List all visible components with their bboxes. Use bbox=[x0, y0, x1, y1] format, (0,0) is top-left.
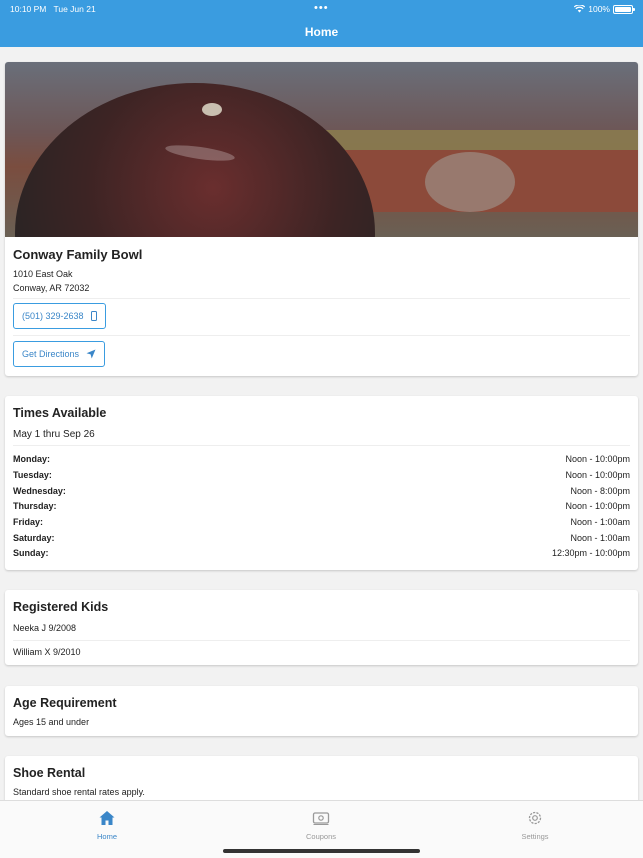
battery-percent: 100% bbox=[588, 4, 610, 14]
status-right: 100% bbox=[574, 4, 635, 14]
battery-icon bbox=[613, 4, 635, 14]
hours-value: Noon - 8:00pm bbox=[570, 486, 630, 496]
hours-row: Wednesday: Noon - 8:00pm bbox=[13, 486, 630, 500]
hours-row: Sunday: 12:30pm - 10:00pm bbox=[13, 548, 630, 562]
hours-row: Friday: Noon - 1:00am bbox=[13, 517, 630, 531]
hours-value: Noon - 10:00pm bbox=[565, 454, 630, 464]
status-time: 10:10 PM Tue Jun 21 bbox=[10, 4, 96, 14]
venue-name: Conway Family Bowl bbox=[13, 247, 143, 262]
day-label: Monday: bbox=[13, 454, 50, 464]
house-icon bbox=[99, 811, 115, 825]
age-card: Age Requirement Ages 15 and under bbox=[5, 686, 638, 736]
divider bbox=[13, 445, 630, 446]
day-label: Wednesday: bbox=[13, 486, 66, 496]
divider bbox=[13, 335, 630, 336]
hours-value: Noon - 10:00pm bbox=[565, 501, 630, 511]
kids-title: Registered Kids bbox=[13, 600, 109, 614]
call-phone-button[interactable]: (501) 329-2638 bbox=[13, 303, 106, 329]
location-arrow-icon bbox=[86, 349, 96, 359]
hours-row: Tuesday: Noon - 10:00pm bbox=[13, 470, 630, 484]
hours-row: Saturday: Noon - 1:00am bbox=[13, 533, 630, 547]
divider bbox=[13, 298, 630, 299]
venue-address-line1: 1010 East Oak bbox=[13, 269, 73, 279]
page-title: Home bbox=[304, 25, 339, 39]
venue-hero-image bbox=[5, 62, 638, 237]
day-label: Sunday: bbox=[13, 548, 49, 558]
tab-label: Home bbox=[96, 832, 117, 841]
age-title: Age Requirement bbox=[13, 696, 117, 710]
divider bbox=[13, 640, 630, 641]
multitasking-dots[interactable]: ••• bbox=[314, 3, 329, 14]
kid-item[interactable]: William X 9/2010 bbox=[13, 647, 81, 657]
status-bar: 10:10 PM Tue Jun 21 ••• 100% bbox=[0, 3, 643, 16]
day-label: Tuesday: bbox=[13, 470, 52, 480]
shoe-title: Shoe Rental bbox=[13, 766, 86, 780]
shoe-text: Standard shoe rental rates apply. bbox=[13, 787, 145, 797]
get-directions-button[interactable]: Get Directions bbox=[13, 341, 106, 367]
venue-card: Conway Family Bowl 1010 East Oak Conway,… bbox=[5, 62, 638, 376]
hours-value: 12:30pm - 10:00pm bbox=[551, 548, 630, 558]
shoe-card: Shoe Rental Standard shoe rental rates a… bbox=[5, 756, 638, 800]
tab-label: Settings bbox=[521, 832, 549, 841]
tab-home[interactable]: Home bbox=[47, 809, 167, 841]
phone-icon bbox=[90, 311, 97, 321]
venue-address-line2: Conway, AR 72032 bbox=[13, 283, 90, 293]
home-indicator bbox=[223, 849, 420, 853]
top-bar: 10:10 PM Tue Jun 21 ••• 100% Home bbox=[0, 0, 643, 47]
phone-number: (501) 329-2638 bbox=[22, 311, 84, 321]
day-label: Saturday: bbox=[13, 533, 55, 543]
get-directions-label: Get Directions bbox=[22, 349, 80, 359]
tab-coupons[interactable]: Coupons bbox=[261, 809, 381, 841]
hours-value: Noon - 10:00pm bbox=[565, 470, 630, 480]
home-scroll[interactable]: Conway Family Bowl 1010 East Oak Conway,… bbox=[0, 47, 643, 800]
times-card: Times Available May 1 thru Sep 26 Monday… bbox=[5, 396, 638, 570]
times-title: Times Available bbox=[13, 406, 107, 420]
ticket-icon bbox=[312, 812, 330, 825]
kid-item[interactable]: Neeka J 9/2008 bbox=[13, 623, 76, 633]
hours-row: Thursday: Noon - 10:00pm bbox=[13, 501, 630, 515]
tab-settings[interactable]: Settings bbox=[475, 809, 595, 841]
tab-label: Coupons bbox=[305, 832, 337, 841]
hours-value: Noon - 1:00am bbox=[570, 517, 630, 527]
wifi-icon bbox=[574, 5, 586, 13]
date-range: May 1 thru Sep 26 bbox=[13, 429, 95, 440]
hours-value: Noon - 1:00am bbox=[570, 533, 630, 543]
kids-card: Registered Kids Neeka J 9/2008 William X… bbox=[5, 590, 638, 665]
gear-icon bbox=[528, 811, 542, 825]
day-label: Friday: bbox=[13, 517, 44, 527]
age-text: Ages 15 and under bbox=[13, 717, 90, 727]
day-label: Thursday: bbox=[13, 501, 57, 511]
hours-row: Monday: Noon - 10:00pm bbox=[13, 454, 630, 468]
